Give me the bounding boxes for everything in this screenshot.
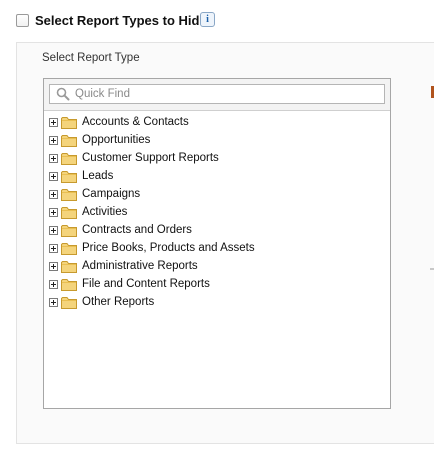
tree-item-label: Customer Support Reports bbox=[82, 152, 219, 164]
tree-item-other-reports[interactable]: Other Reports bbox=[44, 293, 390, 311]
info-icon[interactable]: i bbox=[200, 12, 215, 27]
tree-item-customer-support-reports[interactable]: Customer Support Reports bbox=[44, 149, 390, 167]
tree-item-accounts-contacts[interactable]: Accounts & Contacts bbox=[44, 113, 390, 131]
tree-item-label: Other Reports bbox=[82, 296, 155, 308]
expand-icon[interactable] bbox=[49, 135, 58, 145]
expand-icon[interactable] bbox=[49, 171, 58, 181]
expand-icon[interactable] bbox=[49, 153, 58, 163]
search-icon bbox=[56, 87, 70, 101]
hide-report-types-checkbox[interactable] bbox=[16, 13, 29, 27]
report-type-tree: Accounts & Contacts Opportunities Custom… bbox=[44, 110, 390, 408]
expand-icon[interactable] bbox=[49, 261, 58, 271]
folder-icon bbox=[61, 224, 77, 237]
tree-item-label: Activities bbox=[82, 206, 128, 218]
expand-icon[interactable] bbox=[49, 117, 58, 127]
folder-icon bbox=[61, 188, 77, 201]
tree-item-label: Campaigns bbox=[82, 188, 141, 200]
folder-icon bbox=[61, 134, 77, 147]
tree-item-price-books-products-assets[interactable]: Price Books, Products and Assets bbox=[44, 239, 390, 257]
tree-item-label: Accounts & Contacts bbox=[82, 116, 189, 128]
expand-icon[interactable] bbox=[49, 243, 58, 253]
folder-icon bbox=[61, 242, 77, 255]
tree-item-campaigns[interactable]: Campaigns bbox=[44, 185, 390, 203]
tree-item-opportunities[interactable]: Opportunities bbox=[44, 131, 390, 149]
folder-icon bbox=[61, 170, 77, 183]
tree-item-label: Price Books, Products and Assets bbox=[82, 242, 255, 254]
tree-item-label: File and Content Reports bbox=[82, 278, 210, 290]
hide-report-types-label[interactable]: Select Report Types to Hide bbox=[35, 13, 207, 28]
expand-icon[interactable] bbox=[49, 225, 58, 235]
expand-icon[interactable] bbox=[49, 189, 58, 199]
tree-item-label: Contracts and Orders bbox=[82, 224, 192, 236]
tree-item-leads[interactable]: Leads bbox=[44, 167, 390, 185]
folder-icon bbox=[61, 116, 77, 129]
quick-find-wrapper[interactable] bbox=[49, 84, 385, 104]
report-type-tree-box: Accounts & Contacts Opportunities Custom… bbox=[43, 78, 391, 409]
folder-icon bbox=[61, 296, 77, 309]
folder-icon bbox=[61, 206, 77, 219]
tree-item-contracts-orders[interactable]: Contracts and Orders bbox=[44, 221, 390, 239]
expand-icon[interactable] bbox=[49, 279, 58, 289]
tree-item-label: Opportunities bbox=[82, 134, 151, 146]
expand-icon[interactable] bbox=[49, 297, 58, 307]
tree-item-label: Leads bbox=[82, 170, 114, 182]
folder-icon bbox=[61, 260, 77, 273]
tree-item-administrative-reports[interactable]: Administrative Reports bbox=[44, 257, 390, 275]
quick-find-input[interactable] bbox=[75, 88, 375, 100]
tree-item-activities[interactable]: Activities bbox=[44, 203, 390, 221]
edge-marker bbox=[430, 268, 434, 270]
folder-icon bbox=[61, 152, 77, 165]
section-label: Select Report Type bbox=[42, 52, 140, 64]
tree-item-file-content-reports[interactable]: File and Content Reports bbox=[44, 275, 390, 293]
folder-icon bbox=[61, 278, 77, 291]
hide-report-types-row: Select Report Types to Hide bbox=[16, 11, 207, 29]
tree-item-label: Administrative Reports bbox=[82, 260, 198, 272]
expand-icon[interactable] bbox=[49, 207, 58, 217]
